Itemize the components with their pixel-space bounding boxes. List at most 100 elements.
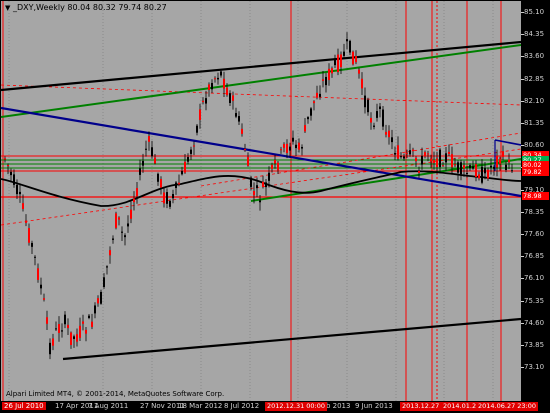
candle-body	[370, 117, 372, 123]
candle-body	[109, 250, 111, 256]
candle-body	[259, 200, 261, 203]
candle-body	[265, 182, 267, 188]
candle-body	[502, 151, 504, 157]
candle-body	[268, 172, 270, 181]
candle-body	[388, 130, 390, 138]
green-trend-line	[1, 44, 521, 118]
candle-body	[52, 338, 54, 346]
candle-body	[193, 145, 195, 147]
candle-body	[343, 51, 345, 56]
candle-body	[463, 165, 465, 169]
candle-body	[319, 93, 321, 97]
price-label: 84.35	[524, 30, 545, 39]
price-chart[interactable]	[1, 1, 521, 401]
candle-body	[376, 111, 378, 118]
candle-body	[436, 158, 438, 168]
chart-window[interactable]: ▼ _DXY,Weekly 80.04 80.32 79.74 80.27 Al…	[0, 0, 550, 413]
candle-body	[325, 76, 327, 86]
lower-channel-line	[62, 317, 521, 361]
candle-body	[61, 330, 63, 332]
candle-body	[295, 144, 297, 149]
price-label: 77.60	[524, 230, 545, 238]
candle-body	[490, 165, 492, 168]
candle-body	[247, 157, 249, 166]
price-label: 82.10	[524, 96, 545, 105]
time-label: 7 Aug 2011	[88, 402, 129, 410]
candle-body	[4, 158, 6, 160]
candle-body	[454, 164, 456, 166]
candle-body	[154, 157, 156, 164]
candle-body	[448, 151, 450, 154]
candle-body	[88, 315, 90, 319]
candle-body	[13, 174, 15, 185]
candle-body	[352, 51, 354, 65]
candle-body	[10, 171, 12, 176]
time-label: 8 Jul 2012	[224, 402, 260, 410]
candle-body	[58, 324, 60, 333]
candle-body	[484, 167, 486, 174]
time-scale[interactable]: 26 Jul 2010 17 Apr 2011 7 Aug 2011 27 Nov 2…	[0, 401, 539, 413]
candle-body	[190, 149, 192, 154]
price-label: 75.35	[524, 296, 545, 305]
candle-body	[418, 170, 420, 173]
price-label: 73.10	[524, 363, 545, 372]
candle-body	[508, 159, 510, 163]
candle-body	[178, 182, 180, 185]
candle-body	[322, 79, 324, 81]
candle-body	[106, 266, 108, 268]
price-scale[interactable]: 85.1084.3583.6082.8582.1081.3580.6079.85…	[521, 0, 550, 401]
candle-body	[409, 150, 411, 155]
candle-body	[166, 192, 168, 204]
candle-body	[142, 160, 144, 166]
time-tag: 2012.12.31 00:00	[265, 402, 328, 411]
candle-body	[157, 173, 159, 182]
candle-body	[472, 166, 474, 169]
time-tag: 2014.06.27 23:00	[476, 402, 539, 411]
candle-body	[130, 209, 132, 219]
candle-body	[37, 268, 39, 280]
candle-body	[511, 170, 513, 172]
candle-body	[391, 137, 393, 143]
candle-body	[229, 93, 231, 103]
candle-body	[82, 321, 84, 324]
price-label: 80.60	[524, 141, 545, 150]
candle-body	[460, 162, 462, 175]
candle-body	[289, 146, 291, 151]
price-tag: 79.82	[522, 168, 549, 176]
candle-body	[331, 68, 333, 74]
candle-body	[274, 159, 276, 164]
candle-body	[244, 148, 246, 151]
candle-body	[292, 137, 294, 142]
candle-body	[79, 325, 81, 338]
candle-body	[424, 152, 426, 157]
candle-body	[439, 149, 441, 168]
candle-body	[211, 82, 213, 90]
candle-body	[373, 125, 375, 127]
candle-body	[430, 158, 432, 162]
candle-body	[367, 99, 369, 113]
candle-body	[262, 181, 264, 187]
price-label: 76.85	[524, 252, 545, 261]
candle-body	[481, 166, 483, 183]
candle-body	[298, 142, 300, 150]
candle-body	[145, 148, 147, 150]
candle-body	[241, 128, 243, 134]
candle-body	[217, 77, 219, 80]
candle-body	[400, 156, 402, 158]
candle-body	[412, 149, 414, 152]
candle-body	[493, 166, 495, 169]
candle-body	[421, 155, 423, 165]
price-label: 82.85	[524, 74, 545, 83]
chart-plot-area[interactable]: ▼ _DXY,Weekly 80.04 80.32 79.74 80.27 Al…	[1, 1, 521, 401]
candle-body	[28, 228, 30, 243]
candle-body	[124, 235, 126, 238]
time-label: 18 Mar 2012	[178, 402, 223, 410]
candle-body	[397, 145, 399, 159]
price-label: 85.10	[524, 8, 545, 16]
candle-body	[307, 117, 309, 120]
candle-body	[226, 87, 228, 96]
candle-body	[385, 131, 387, 135]
candle-body	[427, 153, 429, 155]
candle-body	[25, 220, 27, 223]
time-label: 9 Jun 2013	[355, 402, 393, 410]
